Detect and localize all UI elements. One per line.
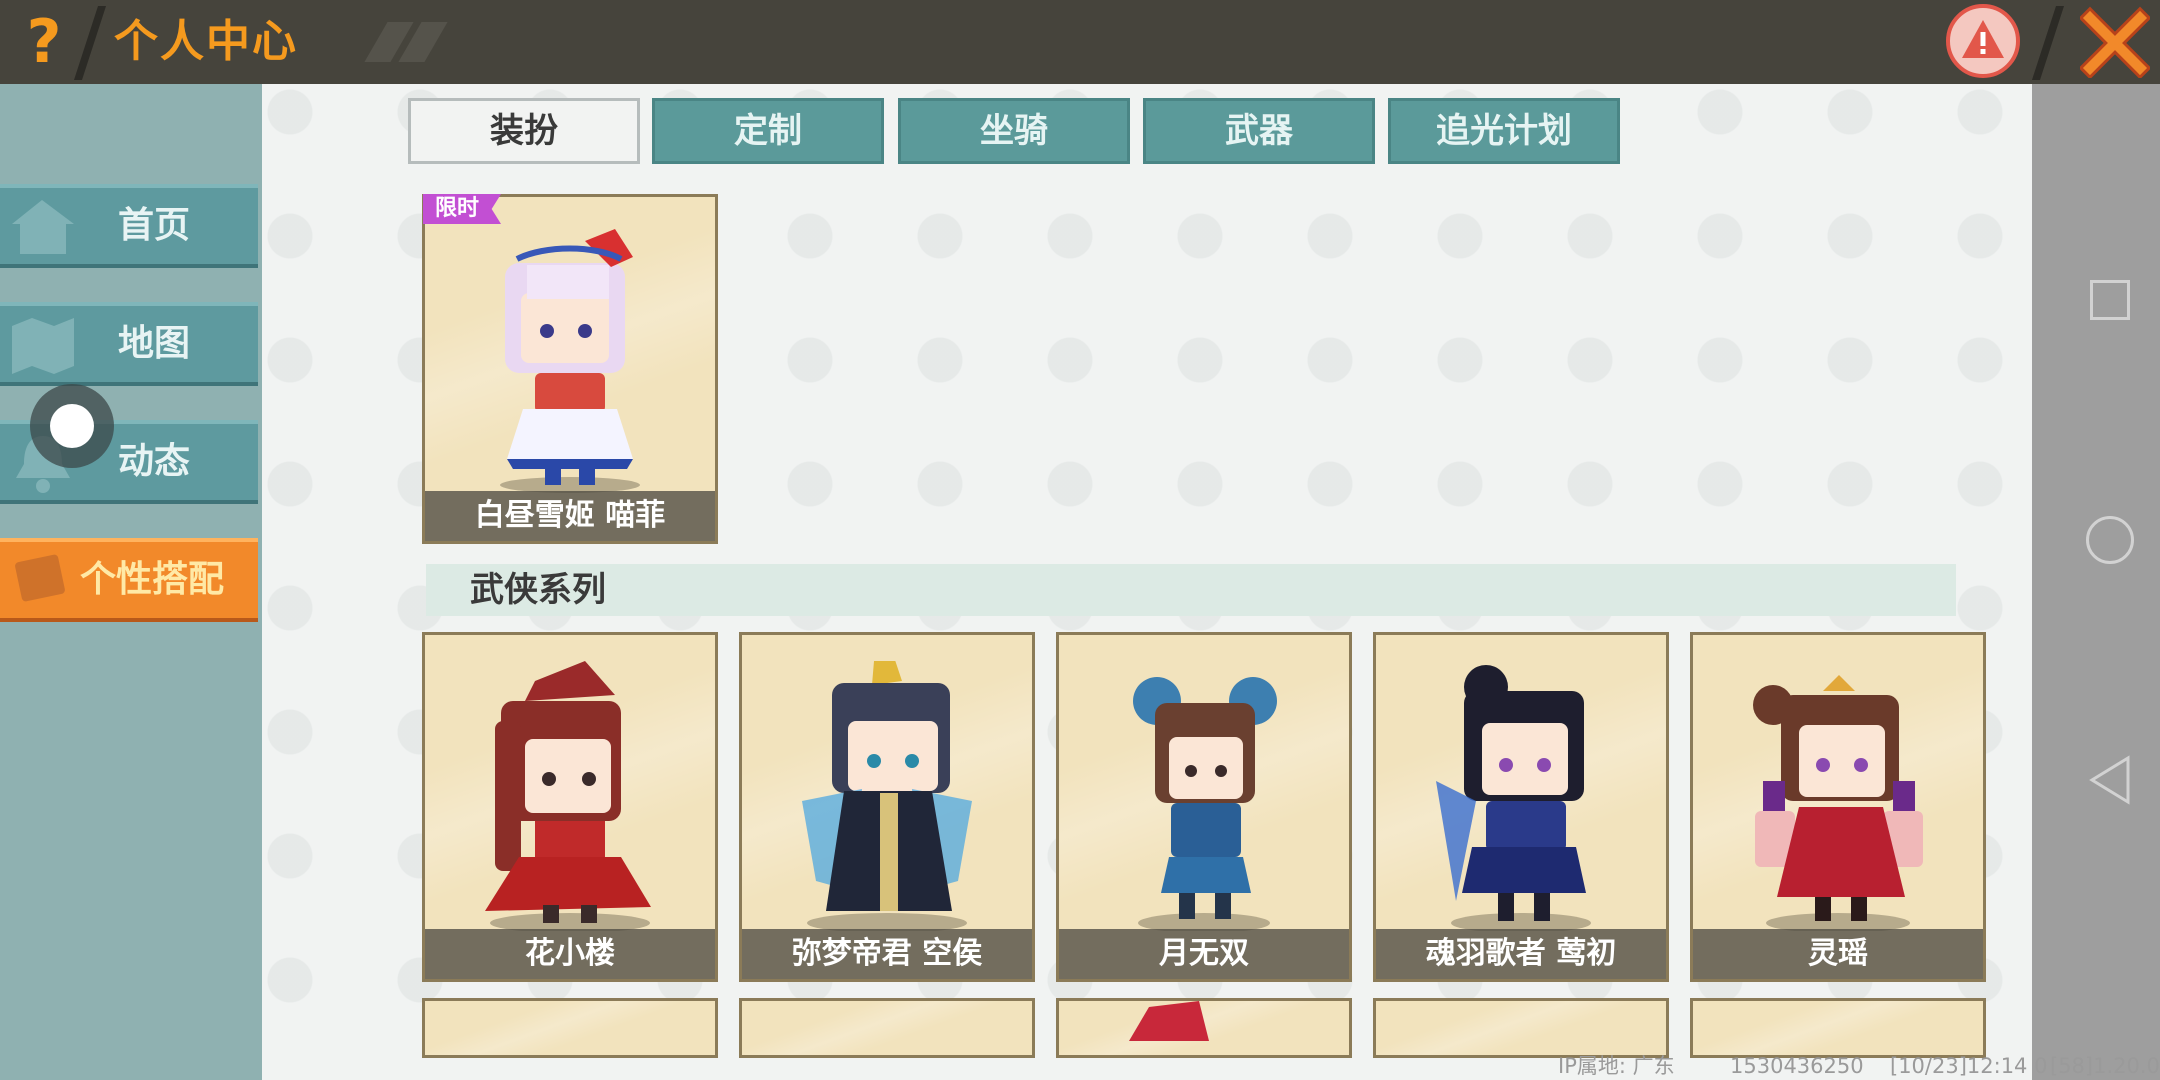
sidebar-item-label: 个性搭配 (80, 559, 225, 600)
sidebar-item-label: 首页 (118, 205, 191, 246)
divider (73, 6, 107, 80)
tab-custom[interactable]: 定制 (652, 98, 884, 164)
system-nav-bar (2032, 84, 2160, 1080)
skin-card[interactable]: 月无双 (1056, 632, 1352, 982)
skin-name: 花小楼 (425, 929, 715, 979)
skin-card[interactable]: 魂羽歌者 莺初 (1373, 632, 1669, 982)
close-button[interactable] (2078, 6, 2152, 80)
sidebar-item-label: 动态 (118, 441, 191, 482)
character-figure (1753, 675, 1923, 931)
tab-outfit[interactable]: 装扮 (408, 98, 640, 164)
character-figure (1129, 1001, 1209, 1041)
build-info: [10/23]12:14 0 (1890, 1054, 2048, 1078)
version-info: [58]1.20.0 (2050, 1054, 2160, 1078)
user-id: 1530436250 (1730, 1054, 1864, 1078)
skin-name: 灵瑶 (1693, 929, 1983, 979)
floating-assist-button[interactable] (30, 384, 114, 468)
skin-card[interactable] (1690, 998, 1986, 1058)
character-figure (485, 661, 651, 931)
tab-weapon[interactable]: 武器 (1143, 98, 1375, 164)
skin-card[interactable]: 灵瑶 (1690, 632, 1986, 982)
help-button[interactable]: ? (14, 8, 74, 76)
outfit-panel: 装扮 定制 坐骑 武器 追光计划 限时 白昼雪姬 喵菲 武侠系列 花小楼 弥梦帝… (262, 84, 2032, 1080)
skin-card[interactable]: 弥梦帝君 空侯 (739, 632, 1035, 982)
status-footer: IP属地: 广东 1530436250 [10/23]12:14 0 [58]1… (1540, 1052, 2160, 1080)
character-figure (500, 229, 640, 493)
limited-time-badge: 限时 (423, 194, 502, 224)
tab-chase-light[interactable]: 追光计划 (1388, 98, 1620, 164)
character-figure (1133, 677, 1277, 931)
top-bar: ? 个人中心 (0, 0, 2160, 84)
recent-apps-icon[interactable] (2090, 280, 2130, 320)
warning-icon (1962, 20, 2004, 58)
character-figure (802, 661, 972, 931)
back-triangle-icon[interactable] (2086, 754, 2134, 806)
divider (2031, 6, 2065, 80)
map-icon (12, 318, 74, 374)
decorative-stripes (364, 22, 456, 62)
skin-card[interactable]: 花小楼 (422, 632, 718, 982)
sidebar-item-label: 地图 (118, 323, 191, 364)
skin-card[interactable] (422, 998, 718, 1058)
close-x-icon (2078, 6, 2152, 80)
skin-card-featured[interactable]: 限时 白昼雪姬 喵菲 (422, 194, 718, 544)
character-icon (15, 554, 65, 602)
home-icon (12, 200, 74, 254)
series-header: 武侠系列 (426, 564, 1956, 616)
sidebar-item-home[interactable]: 首页 (0, 184, 258, 268)
left-sidebar: 首页 地图 动态 个性搭配 (0, 84, 262, 1080)
skin-card[interactable] (1373, 998, 1669, 1058)
skin-name: 魂羽歌者 莺初 (1376, 929, 1666, 979)
skin-name: 月无双 (1059, 929, 1349, 979)
report-button[interactable] (1946, 4, 2020, 78)
home-circle-icon[interactable] (2086, 516, 2134, 564)
skin-name: 弥梦帝君 空侯 (742, 929, 1032, 979)
question-mark-icon: ? (26, 7, 62, 77)
skin-card[interactable] (739, 998, 1035, 1058)
skin-card[interactable] (1056, 998, 1352, 1058)
character-figure (1436, 665, 1591, 931)
sidebar-item-outfit[interactable]: 个性搭配 (0, 538, 258, 622)
page-title: 个人中心 (114, 16, 298, 67)
sidebar-item-map[interactable]: 地图 (0, 302, 258, 386)
ip-location: IP属地: 广东 (1558, 1054, 1675, 1078)
tab-mount[interactable]: 坐骑 (898, 98, 1130, 164)
skin-name: 白昼雪姬 喵菲 (425, 491, 715, 541)
